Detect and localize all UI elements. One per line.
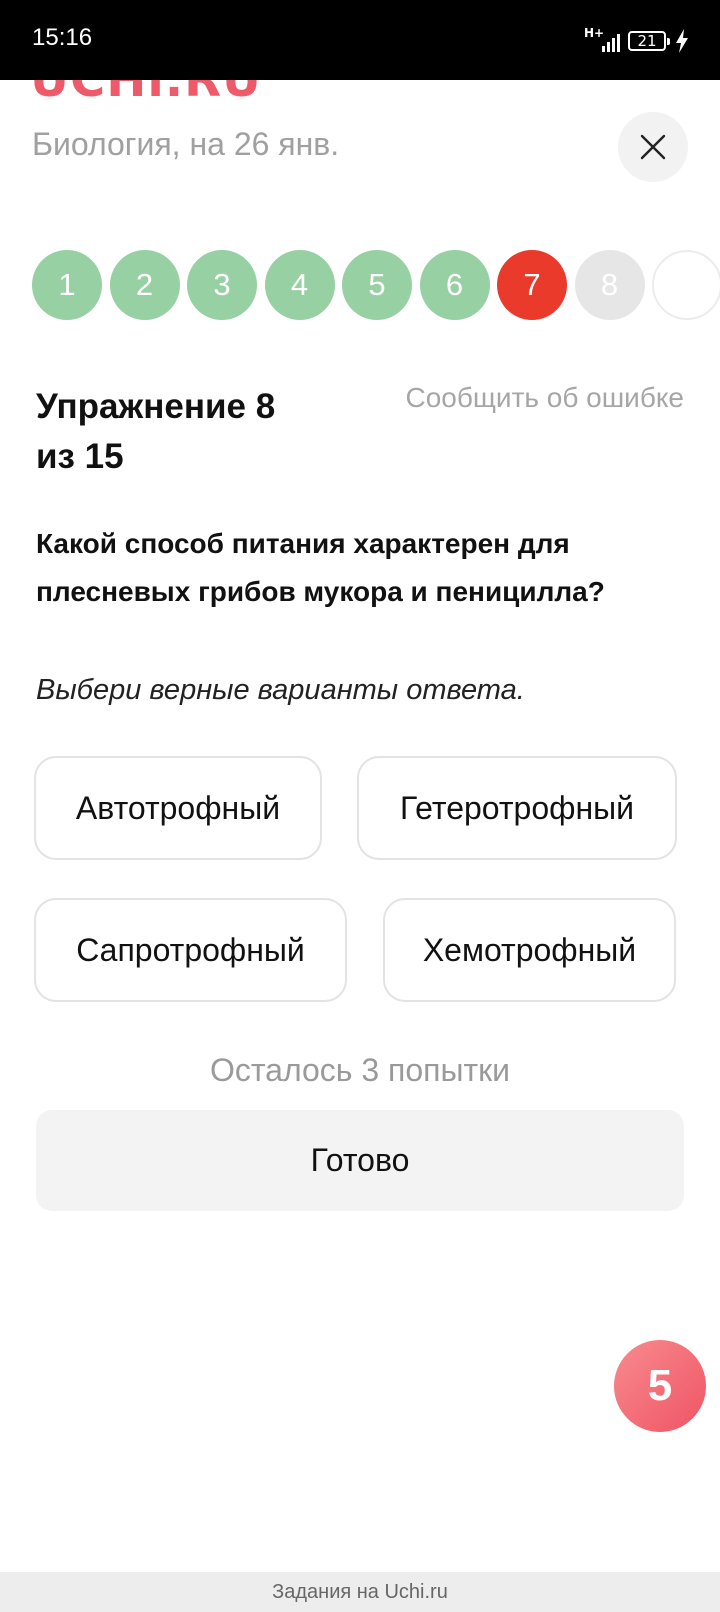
answer-option-heterotrophic[interactable]: Гетеротрофный [357,756,677,860]
exercise-progress: 1 2 3 4 5 6 7 8 [32,250,720,320]
subject-title: Биология, на 26 янв. [32,126,340,162]
report-error-link[interactable]: Сообщить об ошибке [405,382,684,414]
status-time: 15:16 [32,24,93,51]
step-6[interactable]: 6 [419,250,490,320]
question-text: Какой способ питания характерен для плес… [36,528,605,607]
step-3[interactable]: 3 [187,250,257,320]
exercise-title: Упражнение 8 из 15 [36,382,336,482]
charging-bolt-icon [676,29,688,53]
answer-option-saprotrophic[interactable]: Сапротрофный [34,898,347,1002]
step-2[interactable]: 2 [109,250,180,320]
battery-icon: 21 [628,31,670,51]
close-button[interactable] [618,112,688,182]
close-icon [640,134,666,160]
answer-option-autotrophic[interactable]: Автотрофный [34,756,322,860]
bonus-badge[interactable]: 5 [614,1340,706,1432]
step-5[interactable]: 5 [342,250,412,320]
submit-button[interactable]: Готово [36,1110,684,1211]
exercise-total: из 15 [36,437,124,476]
instruction-text: Выбери верные варианты ответа. [36,674,525,706]
attempts-remaining: Осталось 3 попытки [209,1052,511,1088]
status-bar: 15:16 H+ 21 [0,0,720,80]
app-screen: UCHi.RU 15:16 H+ 21 Биология, на 26 янв.… [0,0,720,1612]
signal-icon: H+ [584,26,620,54]
step-7[interactable]: 7 [497,250,567,320]
answer-option-chemotrophic[interactable]: Хемотрофный [383,898,676,1002]
battery-level: 21 [637,31,657,50]
step-1[interactable]: 1 [32,250,102,320]
status-icons: H+ 21 [584,26,690,56]
step-9[interactable] [652,250,720,320]
exercise-number: Упражнение 8 [36,387,276,426]
step-4[interactable]: 4 [264,250,335,320]
footer-banner: Задания на Uchi.ru [0,1572,720,1612]
step-8[interactable]: 8 [574,250,645,320]
